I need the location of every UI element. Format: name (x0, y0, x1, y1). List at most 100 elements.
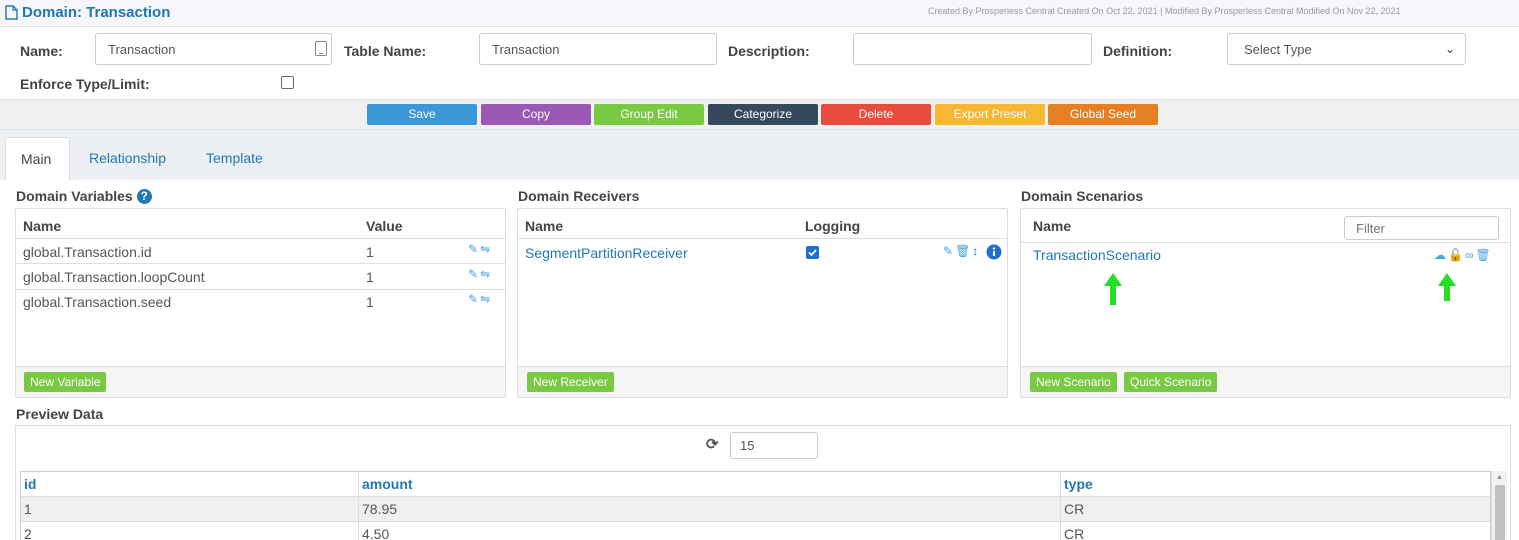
column-divider (1060, 472, 1061, 540)
grid-header-row: id amount type (21, 472, 1490, 497)
description-label: Description: (728, 43, 810, 59)
new-receiver-button[interactable]: New Receiver (527, 372, 614, 392)
row-actions: ✎🗑↕ (943, 244, 980, 258)
receivers-footer: New Receiver (518, 366, 1007, 397)
info-icon[interactable] (986, 244, 1002, 260)
name-input[interactable]: Transaction (95, 33, 332, 65)
group-edit-button[interactable]: Group Edit (594, 104, 704, 125)
grid-cell: 2 (24, 526, 32, 540)
title-bar: Domain: Transaction Created By Prosperle… (0, 0, 1519, 27)
global-seed-button[interactable]: Global Seed (1048, 104, 1158, 125)
receivers-title: Domain Receivers (518, 188, 639, 204)
scrollbar-thumb[interactable] (1495, 485, 1505, 540)
receivers-col-logging: Logging (805, 218, 861, 234)
description-input[interactable] (853, 33, 1092, 65)
id-card-icon[interactable] (315, 41, 327, 56)
grid-cell: 4.50 (362, 526, 390, 540)
header-divider (518, 238, 1007, 239)
grid-scrollbar[interactable]: ▲ (1491, 471, 1507, 540)
scenarios-footer: New Scenario Quick Scenario (1021, 366, 1510, 397)
row-divider (16, 263, 505, 264)
sort-icon[interactable]: ↕ (972, 244, 980, 258)
preview-panel: ⟳ 15 id amount type 1 78.95 CR 2 4.50 CR… (15, 425, 1511, 540)
table-row: 1 78.95 CR (21, 497, 1490, 522)
definition-select[interactable]: Select Type ⌄ (1227, 33, 1466, 65)
row-actions: ✎⇋ (468, 292, 492, 306)
row-divider (16, 289, 505, 290)
grid-col-id[interactable]: id (24, 476, 36, 492)
save-button[interactable]: Save (367, 104, 477, 125)
grid-cell: CR (1064, 526, 1085, 540)
variables-footer: New Variable (16, 366, 505, 397)
tab-main[interactable]: Main (5, 137, 70, 181)
enforce-label: Enforce Type/Limit: (20, 76, 150, 92)
trash-icon[interactable]: 🗑 (1476, 248, 1493, 262)
variables-col-name: Name (23, 218, 62, 234)
grid-cell: 78.95 (362, 501, 398, 517)
edit-icon[interactable]: ✎ (468, 267, 480, 281)
variable-value: 1 (366, 294, 374, 310)
quick-scenario-button[interactable]: Quick Scenario (1124, 372, 1218, 392)
help-icon[interactable]: ? (136, 188, 152, 204)
tab-template[interactable]: Template (206, 150, 263, 166)
row-count-input[interactable]: 15 (730, 432, 818, 459)
definition-select-value: Select Type (1244, 42, 1312, 57)
scenario-filter-input[interactable] (1344, 216, 1499, 240)
row-actions: ☁🔓∞🗑 (1434, 248, 1493, 262)
enforce-checkbox[interactable] (281, 76, 294, 89)
export-preset-button[interactable]: Export Preset (935, 104, 1045, 125)
copy-button[interactable]: Copy (481, 104, 591, 125)
edit-icon[interactable]: ✎ (468, 292, 480, 306)
annotation-arrow (1104, 273, 1122, 305)
receivers-panel: Name Logging SegmentPartitionReceiver ✎🗑… (517, 208, 1008, 398)
swap-icon[interactable]: ⇋ (480, 242, 492, 256)
refresh-icon[interactable]: ⟳ (706, 435, 719, 453)
variable-value: 1 (366, 269, 374, 285)
tab-bar: Main Relationship Template (0, 130, 1519, 181)
cloud-upload-icon[interactable]: ☁ (1434, 248, 1448, 262)
row-count-value: 15 (740, 438, 755, 453)
page-title-text: Domain: Transaction (22, 4, 171, 21)
chevron-down-icon: ⌄ (1444, 42, 1455, 56)
new-scenario-button[interactable]: New Scenario (1030, 372, 1117, 392)
variable-name: global.Transaction.loopCount (23, 269, 205, 285)
edit-icon[interactable]: ✎ (468, 242, 480, 256)
receivers-title-text: Domain Receivers (518, 188, 640, 204)
tab-relationship[interactable]: Relationship (89, 150, 166, 166)
main-content: Domain Variables ? Name Value global.Tra… (0, 180, 1519, 540)
page-title: Domain: Transaction (5, 4, 170, 21)
document-icon (5, 5, 18, 20)
scenarios-title-text: Domain Scenarios (1021, 188, 1144, 204)
action-toolbar: Save Copy Group Edit Categorize Delete E… (0, 100, 1519, 130)
grid-col-amount[interactable]: amount (362, 476, 413, 492)
variable-name: global.Transaction.seed (23, 294, 172, 310)
name-input-value: Transaction (108, 42, 176, 57)
table-name-input-value: Transaction (492, 42, 560, 57)
grid-cell: CR (1064, 501, 1085, 517)
receiver-link[interactable]: SegmentPartitionReceiver (525, 245, 688, 261)
row-actions: ✎⇋ (468, 242, 492, 256)
scenarios-title: Domain Scenarios (1021, 188, 1143, 204)
trash-icon[interactable]: 🗑 (955, 244, 972, 258)
categorize-button[interactable]: Categorize (708, 104, 818, 125)
edit-icon[interactable]: ✎ (943, 244, 955, 258)
link-icon[interactable]: ∞ (1465, 248, 1476, 262)
scroll-up-icon[interactable]: ▲ (1496, 474, 1503, 481)
swap-icon[interactable]: ⇋ (480, 267, 492, 281)
table-name-input[interactable]: Transaction (479, 33, 717, 65)
delete-button[interactable]: Delete (821, 104, 931, 125)
variables-panel: Name Value global.Transaction.id 1 ✎⇋ gl… (15, 208, 506, 398)
preview-title-text: Preview Data (16, 406, 104, 422)
unlock-icon[interactable]: 🔓 (1448, 248, 1465, 262)
new-variable-button[interactable]: New Variable (24, 372, 107, 392)
grid-col-type[interactable]: type (1064, 476, 1093, 492)
receivers-col-name: Name (525, 218, 564, 234)
variable-value: 1 (366, 244, 374, 260)
table-row: 2 4.50 CR (21, 522, 1490, 540)
logging-checkbox[interactable] (806, 246, 819, 259)
app-window: Domain: Transaction Created By Prosperle… (0, 0, 1519, 540)
swap-icon[interactable]: ⇋ (480, 292, 492, 306)
name-label: Name: (20, 43, 63, 59)
scenario-link[interactable]: TransactionScenario (1033, 247, 1161, 263)
variable-name: global.Transaction.id (23, 244, 152, 260)
